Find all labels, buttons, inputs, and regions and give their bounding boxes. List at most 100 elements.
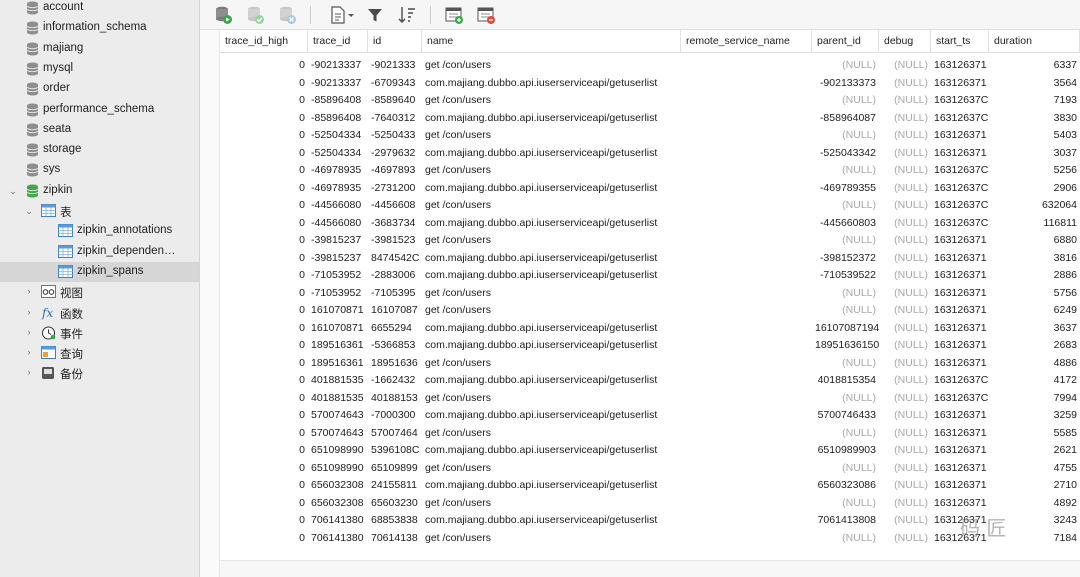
column-header-parent-id[interactable]: parent_id (812, 30, 879, 53)
cell-trace-id-high[interactable]: 0 (220, 477, 308, 495)
cell-trace-id-high[interactable]: 0 (220, 110, 308, 128)
cell-trace-id[interactable]: -85896408 (308, 92, 368, 110)
table-row[interactable]: 0 570074643 -7000300 com.majiang.dubbo.api.… (220, 407, 1080, 425)
column-header-trace-id[interactable]: trace_id (308, 30, 368, 53)
cell-parent-id[interactable]: -398152372 (812, 250, 879, 268)
cell-trace-id[interactable]: 401881535 (308, 390, 368, 408)
cell-start-ts[interactable]: 163126371 (931, 232, 989, 250)
cell-parent-id[interactable]: (NULL) (812, 460, 879, 478)
cell-start-ts[interactable]: 163126371 (931, 495, 989, 513)
cell-start-ts[interactable]: 16312637C (931, 180, 989, 198)
cell-id[interactable]: 65109899 (368, 460, 422, 478)
cell-start-ts[interactable]: 163126371 (931, 145, 989, 163)
cell-start-ts[interactable]: 163126371 (931, 127, 989, 145)
cell-start-ts[interactable]: 163126371 (931, 355, 989, 373)
cell-debug[interactable]: (NULL) (879, 92, 931, 110)
cell-trace-id-high[interactable]: 0 (220, 267, 308, 285)
cell-id[interactable]: -2731200 (368, 180, 422, 198)
cell-start-ts[interactable]: 163126371 (931, 320, 989, 338)
cell-remote-service-name[interactable] (681, 197, 812, 215)
cell-start-ts[interactable]: 163126371 (931, 442, 989, 460)
cell-parent-id[interactable]: (NULL) (812, 57, 879, 75)
cell-duration[interactable]: 2710 (989, 477, 1080, 495)
cell-debug[interactable]: (NULL) (879, 530, 931, 548)
cell-parent-id[interactable]: (NULL) (812, 495, 879, 513)
table-row[interactable]: 0 401881535 -1662432 com.majiang.dubbo.api.… (220, 372, 1080, 390)
cell-parent-id[interactable]: (NULL) (812, 232, 879, 250)
cell-debug[interactable]: (NULL) (879, 355, 931, 373)
chevron-down-icon[interactable]: ⌄ (8, 186, 18, 196)
sidebar-db-zipkin[interactable]: ⌄ zipkin (0, 181, 199, 201)
cell-name[interactable]: get /con/users (422, 355, 681, 373)
sidebar-group-item[interactable]: › 查询 (0, 343, 199, 363)
cell-remote-service-name[interactable] (681, 442, 812, 460)
cell-start-ts[interactable]: 163126371 (931, 250, 989, 268)
cell-remote-service-name[interactable] (681, 232, 812, 250)
cell-name[interactable]: com.majiang.dubbo.api.iuserserviceapi/ge… (422, 337, 681, 355)
cell-trace-id[interactable]: -52504334 (308, 127, 368, 145)
cell-debug[interactable]: (NULL) (879, 285, 931, 303)
cell-remote-service-name[interactable] (681, 162, 812, 180)
cell-debug[interactable]: (NULL) (879, 110, 931, 128)
cell-duration[interactable]: 4755 (989, 460, 1080, 478)
table-row[interactable]: 0 -90213337 -6709343 com.majiang.dubbo.api.… (220, 75, 1080, 93)
cell-start-ts[interactable]: 16312637C (931, 92, 989, 110)
cell-trace-id[interactable]: 570074643 (308, 425, 368, 443)
cell-debug[interactable]: (NULL) (879, 407, 931, 425)
table-row[interactable]: 0 656032308 24155811 com.majiang.dubbo.api.… (220, 477, 1080, 495)
cell-name[interactable]: com.majiang.dubbo.api.iuserserviceapi/ge… (422, 215, 681, 233)
cell-trace-id-high[interactable]: 0 (220, 407, 308, 425)
cell-trace-id[interactable]: 706141380 (308, 530, 368, 548)
cell-start-ts[interactable]: 16312637C (931, 162, 989, 180)
cell-parent-id[interactable]: (NULL) (812, 390, 879, 408)
cell-debug[interactable]: (NULL) (879, 477, 931, 495)
cell-trace-id-high[interactable]: 0 (220, 250, 308, 268)
table-row[interactable]: 0 189516361 18951636 get /con/users (NULL) (N… (220, 355, 1080, 373)
cell-name[interactable]: com.majiang.dubbo.api.iuserserviceapi/ge… (422, 267, 681, 285)
cell-duration[interactable]: 6337 (989, 57, 1080, 75)
cell-debug[interactable]: (NULL) (879, 250, 931, 268)
cell-trace-id[interactable]: 656032308 (308, 477, 368, 495)
cell-id[interactable]: 68853838 (368, 512, 422, 530)
cell-remote-service-name[interactable] (681, 320, 812, 338)
cell-start-ts[interactable]: 163126371 (931, 407, 989, 425)
cell-trace-id[interactable]: 161070871 (308, 320, 368, 338)
cell-debug[interactable]: (NULL) (879, 57, 931, 75)
cell-duration[interactable]: 6249 (989, 302, 1080, 320)
cell-trace-id-high[interactable]: 0 (220, 355, 308, 373)
cell-trace-id-high[interactable]: 0 (220, 495, 308, 513)
cell-trace-id[interactable]: 161070871 (308, 302, 368, 320)
cell-name[interactable]: com.majiang.dubbo.api.iuserserviceapi/ge… (422, 477, 681, 495)
chevron-right-icon[interactable]: › (24, 286, 34, 296)
cell-trace-id-high[interactable]: 0 (220, 180, 308, 198)
cell-trace-id-high[interactable]: 0 (220, 302, 308, 320)
cell-duration[interactable]: 2886 (989, 267, 1080, 285)
cell-remote-service-name[interactable] (681, 460, 812, 478)
cell-trace-id-high[interactable]: 0 (220, 337, 308, 355)
cell-id[interactable]: 70614138 (368, 530, 422, 548)
cell-start-ts[interactable]: 163126371 (931, 302, 989, 320)
import-icon[interactable] (443, 4, 465, 26)
chevron-right-icon[interactable]: › (24, 347, 34, 357)
sidebar-table-item[interactable]: zipkin_dependen… (0, 242, 199, 262)
filter-icon[interactable] (364, 4, 386, 26)
sort-icon[interactable] (396, 4, 418, 26)
cell-name[interactable]: com.majiang.dubbo.api.iuserserviceapi/ge… (422, 407, 681, 425)
cell-duration[interactable]: 7193 (989, 92, 1080, 110)
cell-duration[interactable]: 5256 (989, 162, 1080, 180)
cell-trace-id[interactable]: -90213337 (308, 57, 368, 75)
cell-duration[interactable]: 5403 (989, 127, 1080, 145)
cell-start-ts[interactable]: 163126371 (931, 267, 989, 285)
cell-id[interactable]: -3683734 (368, 215, 422, 233)
run-query-icon[interactable] (212, 4, 234, 26)
cell-id[interactable]: 18951636 (368, 355, 422, 373)
cell-name[interactable]: get /con/users (422, 302, 681, 320)
cell-trace-id-high[interactable]: 0 (220, 75, 308, 93)
cell-parent-id[interactable]: (NULL) (812, 285, 879, 303)
cell-remote-service-name[interactable] (681, 57, 812, 75)
cell-name[interactable]: get /con/users (422, 127, 681, 145)
sidebar-db-information_schema[interactable]: information_schema (0, 18, 199, 38)
cell-name[interactable]: com.majiang.dubbo.api.iuserserviceapi/ge… (422, 372, 681, 390)
cell-id[interactable]: 8474542C (368, 250, 422, 268)
cell-name[interactable]: com.majiang.dubbo.api.iuserserviceapi/ge… (422, 512, 681, 530)
